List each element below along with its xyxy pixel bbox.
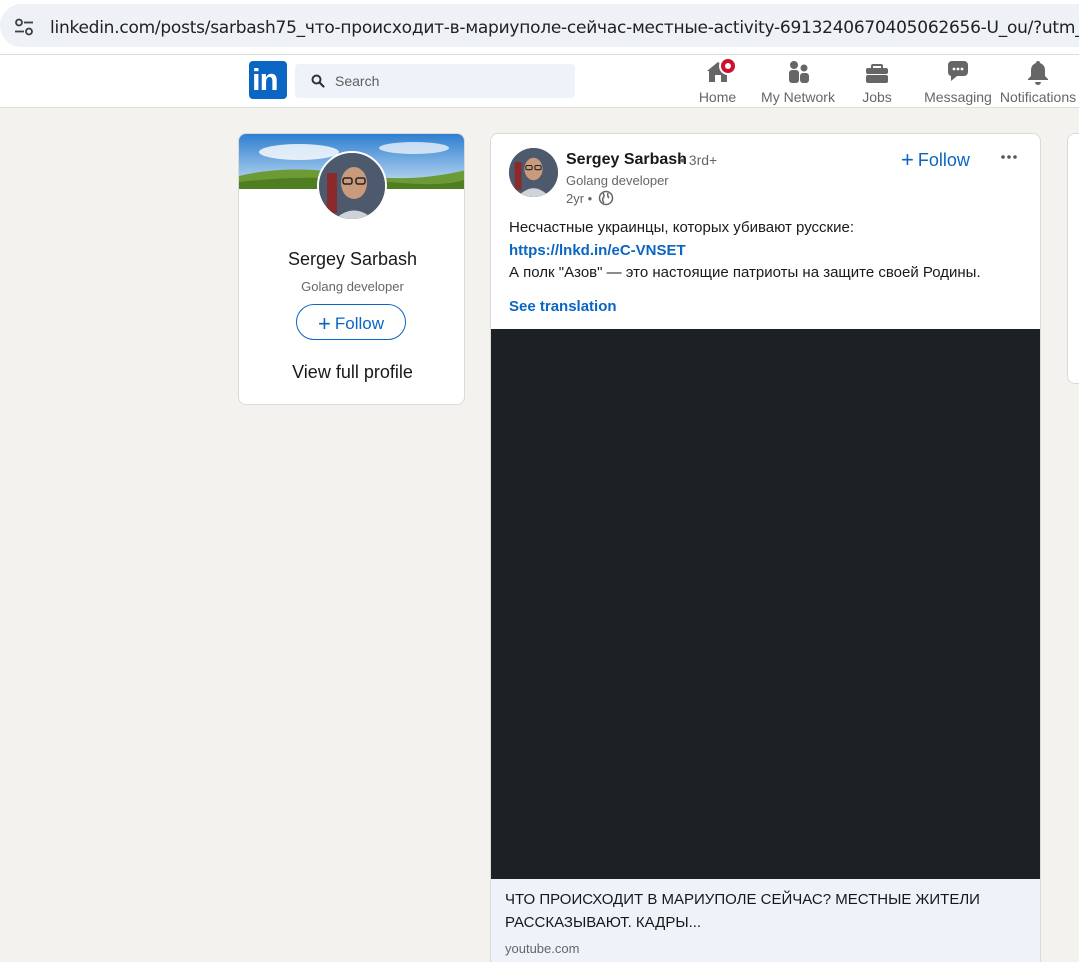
profile-headline: Golang developer <box>301 279 404 294</box>
url-text[interactable]: linkedin.com/posts/sarbash75_что-происхо… <box>50 18 1079 38</box>
nav-my-network-label: My Network <box>761 89 835 105</box>
notification-badge <box>719 57 737 75</box>
search-icon <box>311 74 325 88</box>
nav-home[interactable]: Home <box>690 57 745 107</box>
view-full-profile-link[interactable]: View full profile <box>239 362 464 383</box>
post-text-line-1: Несчастные украинцы, которых убивают рус… <box>509 219 854 236</box>
nav-jobs[interactable]: Jobs <box>857 59 897 107</box>
nav-my-network[interactable]: My Network <box>760 59 836 107</box>
nav-jobs-label: Jobs <box>862 89 892 105</box>
profile-follow-label: Follow <box>334 314 384 333</box>
bell-icon <box>1028 61 1048 85</box>
linkedin-navbar: in Home My Network Jobs <box>0 55 1079 108</box>
author-avatar[interactable] <box>509 148 558 197</box>
profile-follow-button[interactable]: + Follow <box>296 304 406 340</box>
post-follow-label: Follow <box>917 150 970 170</box>
post-time: 2yr • <box>566 191 593 206</box>
search-input[interactable] <box>335 64 565 98</box>
globe-icon <box>598 190 614 206</box>
see-translation-link[interactable]: See translation <box>509 298 617 315</box>
post-follow-button[interactable]: + Follow <box>901 146 970 172</box>
nav-messaging-label: Messaging <box>924 89 992 105</box>
site-settings-icon[interactable] <box>14 18 34 36</box>
profile-card: Sergey Sarbash Golang developer + Follow … <box>238 133 465 405</box>
right-sidebar-card <box>1067 133 1079 384</box>
author-name[interactable]: Sergey Sarbash <box>566 151 687 169</box>
search-box[interactable] <box>295 64 575 98</box>
link-preview-title[interactable]: ЧТО ПРОИСХОДИТ В МАРИУПОЛЕ СЕЙЧАС? МЕСТН… <box>505 888 1025 934</box>
browser-address-bar: linkedin.com/posts/sarbash75_что-происхо… <box>0 0 1079 55</box>
nav-messaging[interactable]: Messaging <box>923 59 993 107</box>
post-card: Sergey Sarbash • 3rd+ Golang developer 2… <box>490 133 1041 962</box>
linkedin-logo[interactable]: in <box>249 61 287 99</box>
more-options-icon[interactable] <box>999 147 1019 167</box>
url-bar[interactable]: linkedin.com/posts/sarbash75_что-происхо… <box>0 4 1079 47</box>
plus-icon: + <box>901 147 914 172</box>
profile-name[interactable]: Sergey Sarbash <box>239 249 464 270</box>
nav-notifications-label: Notifications <box>999 89 1077 105</box>
briefcase-icon <box>866 64 888 83</box>
plus-icon: + <box>318 311 331 336</box>
post-link[interactable]: https://lnkd.in/eC-VNSET <box>509 240 1029 263</box>
post-text-line-2: А полк "Азов" — это настоящие патриоты н… <box>509 264 981 281</box>
profile-avatar[interactable] <box>317 151 387 221</box>
link-preview[interactable]: ЧТО ПРОИСХОДИТ В МАРИУПОЛЕ СЕЙЧАС? МЕСТН… <box>491 879 1040 962</box>
connection-degree: • 3rd+ <box>680 152 718 168</box>
nav-notifications[interactable]: Notifications <box>999 59 1077 107</box>
author-headline: Golang developer <box>566 173 669 188</box>
video-player[interactable] <box>491 329 1040 879</box>
network-icon <box>789 61 809 83</box>
messaging-icon <box>947 61 968 81</box>
post-body: Несчастные украинцы, которых убивают рус… <box>509 217 1029 285</box>
nav-home-label: Home <box>698 89 737 105</box>
link-preview-domain: youtube.com <box>505 941 580 956</box>
